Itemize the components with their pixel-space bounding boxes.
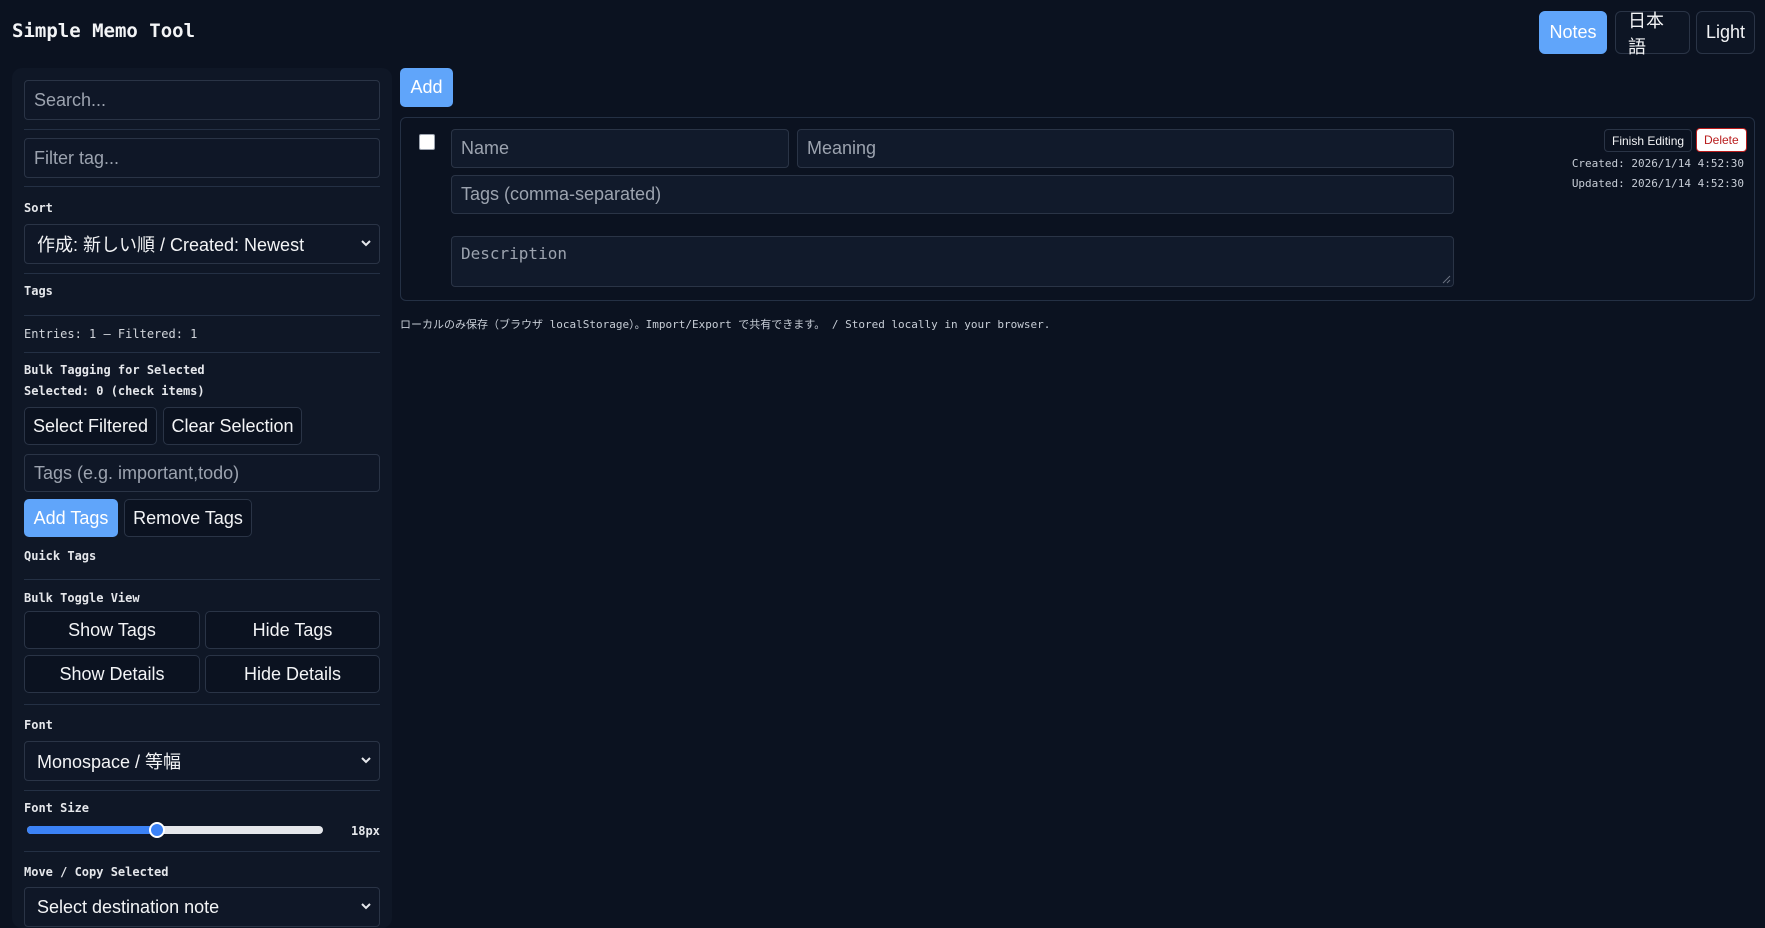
- tags-label: Tags: [24, 284, 53, 298]
- divider: [24, 352, 380, 353]
- entries-count-text: Entries: 1 — Filtered: 1: [24, 327, 198, 341]
- show-details-button[interactable]: Show Details: [24, 655, 200, 693]
- sort-select[interactable]: 作成: 新しい順 / Created: Newest: [24, 224, 380, 264]
- divider: [24, 851, 380, 852]
- destination-note-select[interactable]: Select destination note: [24, 887, 380, 927]
- font-size-label: Font Size: [24, 801, 90, 815]
- sidebar: Search... Filter tag... Sort 作成: 新しい順 / …: [12, 68, 392, 928]
- divider: [24, 579, 380, 580]
- notes-button[interactable]: Notes: [1539, 11, 1607, 54]
- note-tags-placeholder: Tags (comma-separated): [461, 184, 662, 204]
- meaning-input[interactable]: Meaning: [797, 129, 1454, 168]
- search-placeholder: Search...: [34, 89, 107, 110]
- chevron-down-icon: [361, 757, 371, 764]
- divider: [24, 129, 380, 130]
- hide-tags-button[interactable]: Hide Tags: [205, 611, 380, 649]
- name-placeholder: Name: [461, 138, 510, 158]
- bulk-tags-placeholder: Tags (e.g. important,todo): [34, 462, 240, 483]
- app-header: Simple Memo Tool Notes 日本語 Light: [0, 0, 1765, 64]
- sort-selected-value: 作成: 新しい順 / Created: Newest: [37, 235, 305, 255]
- filter-tag-placeholder: Filter tag...: [34, 147, 120, 168]
- font-size-value: 18px: [351, 824, 380, 838]
- bulk-toggle-label: Bulk Toggle View: [24, 591, 140, 605]
- language-button[interactable]: 日本語: [1615, 11, 1690, 57]
- description-textarea[interactable]: Description: [451, 236, 1454, 287]
- quick-tags-label: Quick Tags: [24, 549, 97, 563]
- add-tags-button[interactable]: Add Tags: [24, 499, 118, 537]
- note-tags-input[interactable]: Tags (comma-separated): [451, 175, 1454, 214]
- note-card: Name Meaning Tags (comma-separated) Desc…: [400, 117, 1755, 301]
- divider: [24, 790, 380, 791]
- destination-note-selected-value: Select destination note: [37, 896, 220, 917]
- bulk-tags-input[interactable]: Tags (e.g. important,todo): [24, 454, 380, 492]
- resize-grip-icon[interactable]: [1441, 274, 1451, 284]
- add-note-button[interactable]: Add: [400, 68, 453, 107]
- font-size-slider[interactable]: [27, 822, 323, 838]
- divider: [24, 273, 380, 274]
- finish-editing-button[interactable]: Finish Editing: [1604, 129, 1693, 152]
- divider: [24, 315, 380, 316]
- clear-selection-button[interactable]: Clear Selection: [163, 407, 302, 445]
- divider: [24, 186, 380, 187]
- created-timestamp: Created: 2026/1/14 4:52:30: [1571, 157, 1744, 170]
- note-select-checkbox[interactable]: [419, 134, 435, 150]
- show-tags-button[interactable]: Show Tags: [24, 611, 200, 649]
- hide-details-button[interactable]: Hide Details: [205, 655, 380, 693]
- font-label: Font: [24, 718, 53, 732]
- font-select[interactable]: Monospace / 等幅: [24, 741, 380, 781]
- divider: [24, 704, 380, 705]
- storage-footnote: ローカルのみ保存（ブラウザ localStorage）。Import/Expor…: [400, 318, 1051, 331]
- font-selected-value: Monospace / 等幅: [37, 752, 182, 772]
- bulk-tagging-label: Bulk Tagging for Selected: [24, 363, 205, 377]
- app-title: Simple Memo Tool: [12, 20, 196, 42]
- move-copy-label: Move / Copy Selected: [24, 865, 169, 879]
- delete-button[interactable]: Delete: [1696, 128, 1747, 152]
- filter-tag-input[interactable]: Filter tag...: [24, 138, 380, 178]
- chevron-down-icon: [361, 903, 371, 910]
- remove-tags-button[interactable]: Remove Tags: [124, 499, 252, 537]
- select-filtered-button[interactable]: Select Filtered: [24, 407, 157, 445]
- description-placeholder: Description: [461, 244, 567, 263]
- search-input[interactable]: Search...: [24, 80, 380, 120]
- font-size-slider-thumb[interactable]: [149, 822, 166, 838]
- selected-count-text: Selected: 0 (check items): [24, 384, 205, 398]
- theme-toggle-button[interactable]: Light: [1696, 11, 1755, 54]
- chevron-down-icon: [361, 240, 371, 247]
- sort-label: Sort: [24, 201, 53, 215]
- meaning-placeholder: Meaning: [807, 138, 877, 158]
- name-input[interactable]: Name: [451, 129, 789, 168]
- updated-timestamp: Updated: 2026/1/14 4:52:30: [1571, 177, 1744, 190]
- font-size-slider-fill: [27, 826, 158, 834]
